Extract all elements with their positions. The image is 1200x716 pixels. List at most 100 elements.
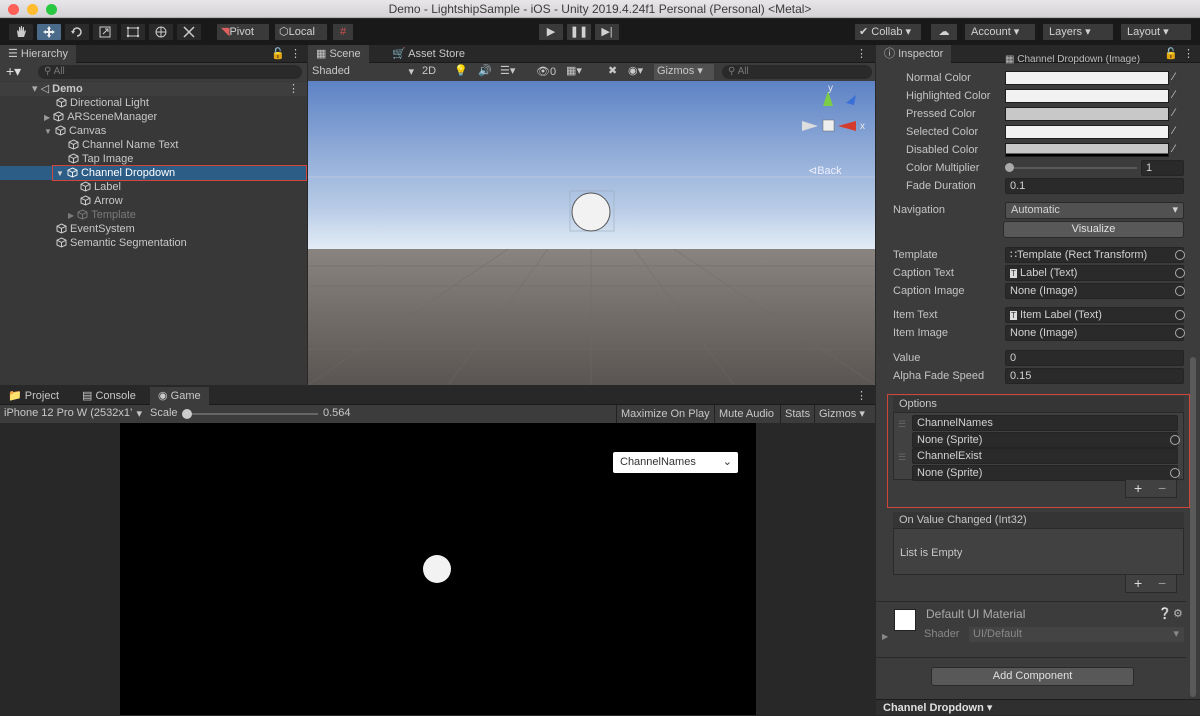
tab-game[interactable]: ◉ Game (150, 387, 209, 405)
stats-toggle[interactable]: Stats (780, 405, 814, 423)
add-event-icon[interactable]: + (1134, 575, 1142, 591)
more-menu-icon[interactable]: ⋮ (856, 389, 867, 402)
lock-icon[interactable]: 🔓 (271, 47, 285, 60)
tap-image[interactable] (423, 555, 451, 583)
hand-tool-icon[interactable] (8, 23, 34, 41)
move-tool-icon[interactable] (36, 23, 62, 41)
layers-dropdown[interactable]: Layers ▾ (1042, 23, 1114, 41)
inspector-footer[interactable]: Channel Dropdown ▾ (876, 699, 1200, 715)
target-graphic-field[interactable]: ▦ Channel Dropdown (Image) (1005, 55, 1185, 65)
tab-inspector[interactable]: ⓘ Inspector (876, 45, 952, 63)
list-item[interactable]: Tap Image (68, 152, 133, 166)
eyedropper-icon[interactable]: ⁄ (1173, 125, 1175, 137)
hierarchy-search-input[interactable]: ⚲ All (38, 65, 302, 79)
rect-tool-icon[interactable] (120, 23, 146, 41)
scene-search-input[interactable]: ⚲ All (722, 65, 872, 79)
caption-text-field[interactable]: T Label (Text) (1005, 265, 1184, 281)
tab-project[interactable]: 📁 Project (0, 387, 67, 405)
scale-slider[interactable] (186, 413, 318, 415)
2d-toggle[interactable]: 2D (422, 65, 436, 77)
fade-duration-input[interactable]: 0.1 (1005, 178, 1184, 194)
list-item-inactive[interactable]: ▶ Template (68, 208, 136, 222)
item-image-field[interactable]: None (Image) (1005, 325, 1184, 341)
option-text-input[interactable]: ChannelExist (912, 448, 1178, 464)
scale-slider-thumb[interactable] (182, 409, 192, 419)
channel-dropdown-preview[interactable]: ChannelNames ⌄ (613, 452, 738, 473)
material-preview[interactable] (894, 609, 916, 631)
account-dropdown[interactable]: Account ▾ (964, 23, 1036, 41)
value-input[interactable]: 0 (1005, 350, 1184, 366)
list-item[interactable]: EventSystem (56, 222, 135, 236)
pause-button[interactable]: ❚❚ (566, 23, 592, 41)
game-gizmos-dropdown[interactable]: Gizmos ▾ (814, 405, 869, 423)
add-component-button[interactable]: Add Component (931, 667, 1134, 686)
cloud-icon[interactable]: ☁ (930, 23, 958, 41)
tab-asset-store[interactable]: 🛒 Asset Store (384, 45, 473, 63)
gizmos-dropdown[interactable]: Gizmos ▾ (654, 64, 714, 80)
layout-dropdown[interactable]: Layout ▾ (1120, 23, 1192, 41)
object-picker-icon[interactable] (1175, 310, 1185, 320)
eyedropper-icon[interactable]: ⁄ (1173, 89, 1175, 101)
selected-color-field[interactable] (1005, 125, 1169, 139)
item-text-field[interactable]: T Item Label (Text) (1005, 307, 1184, 323)
normal-color-field[interactable] (1005, 71, 1169, 85)
template-field[interactable]: ∷Template (Rect Transform) (1005, 247, 1184, 263)
shading-mode-dropdown[interactable]: Shaded ▾ (312, 65, 414, 78)
list-item[interactable]: ▶ ARSceneManager (44, 110, 157, 124)
pivot-toggle[interactable]: ◥Pivot (216, 23, 270, 41)
collab-dropdown[interactable]: ✔ Collab ▾ (854, 23, 922, 41)
caption-image-field[interactable]: None (Image) (1005, 283, 1184, 299)
tab-hierarchy[interactable]: ☰ Hierarchy (0, 45, 76, 63)
drag-handle-icon[interactable]: ☰ (898, 452, 906, 463)
scene-viewport[interactable]: y x ⊲Back (308, 81, 875, 385)
add-icon[interactable]: +▾ (6, 63, 21, 80)
list-item[interactable]: Directional Light (56, 96, 149, 110)
eyedropper-icon[interactable]: ⁄ (1173, 143, 1175, 155)
add-option-icon[interactable]: + (1134, 480, 1142, 496)
inspector-scrollbar[interactable] (1190, 357, 1196, 697)
lighting-icon[interactable]: 💡 (454, 64, 468, 77)
option-sprite-field[interactable]: None (Sprite) (912, 465, 1178, 481)
color-multiplier-slider[interactable] (1009, 167, 1137, 169)
step-button[interactable]: ▶| (594, 23, 620, 41)
tools-icon[interactable]: ✖ (608, 64, 617, 77)
object-picker-icon[interactable] (1175, 250, 1185, 260)
effects-icon[interactable]: ☰▾ (500, 64, 515, 77)
shader-dropdown[interactable]: UI/Default ▾ (969, 627, 1184, 642)
hidden-objects-toggle[interactable]: 👁0 (536, 65, 556, 78)
camera-icon[interactable]: ◉▾ (628, 64, 643, 77)
object-picker-icon[interactable] (1175, 328, 1185, 338)
more-menu-icon[interactable]: ⋮ (856, 47, 867, 60)
tab-console[interactable]: ▤ Console (74, 387, 144, 405)
grid-icon[interactable]: ▦▾ (566, 64, 582, 77)
drag-handle-icon[interactable]: ☰ (898, 419, 906, 430)
game-view[interactable]: ChannelNames ⌄ (120, 423, 756, 715)
color-multiplier-input[interactable]: 1 (1141, 160, 1184, 176)
grid-snap-icon[interactable]: # (332, 23, 354, 41)
scene-row[interactable]: ▾ ◁ Demo ⋮ (0, 82, 307, 96)
object-picker-icon[interactable] (1170, 468, 1180, 478)
scale-tool-icon[interactable] (92, 23, 118, 41)
gear-icon[interactable]: ⚙ (1173, 607, 1183, 620)
list-item[interactable]: Label (80, 180, 121, 194)
object-picker-icon[interactable] (1170, 435, 1180, 445)
visualize-button[interactable]: Visualize (1003, 221, 1184, 238)
object-picker-icon[interactable] (1175, 286, 1185, 296)
disabled-color-field[interactable] (1005, 143, 1169, 157)
more-menu-icon[interactable]: ⋮ (290, 47, 301, 60)
local-toggle[interactable]: ⬡Local (274, 23, 328, 41)
alpha-fade-speed-input[interactable]: 0.15 (1005, 368, 1184, 384)
option-sprite-field[interactable]: None (Sprite) (912, 432, 1178, 448)
collapsed-arrow-icon[interactable]: ▶ (882, 632, 888, 641)
list-item[interactable]: ▼ Canvas (44, 124, 106, 138)
audio-icon[interactable]: 🔊 (478, 64, 492, 77)
list-item[interactable]: Semantic Segmentation (56, 236, 187, 250)
help-icon[interactable]: ❔ (1158, 607, 1172, 620)
rotate-tool-icon[interactable] (64, 23, 90, 41)
device-dropdown[interactable]: iPhone 12 Pro W (2532x1’ ▾ (4, 407, 142, 419)
object-picker-icon[interactable] (1175, 268, 1185, 278)
color-multiplier-thumb[interactable] (1005, 163, 1014, 172)
remove-option-icon[interactable]: − (1158, 480, 1166, 496)
maximize-on-play-toggle[interactable]: Maximize On Play (616, 405, 714, 423)
eyedropper-icon[interactable]: ⁄ (1173, 71, 1175, 83)
